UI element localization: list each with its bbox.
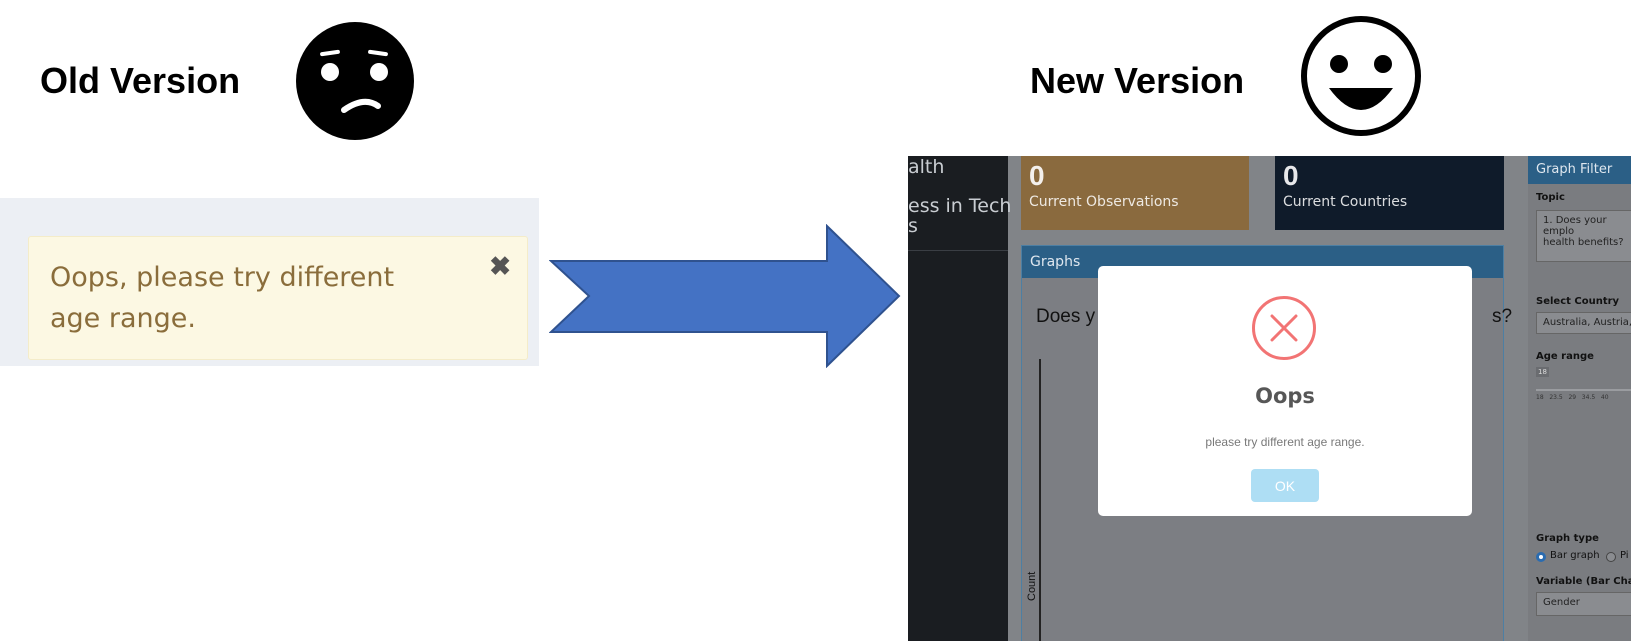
close-icon[interactable]: ✖ <box>489 251 511 282</box>
age-min-badge: 18 <box>1536 367 1549 377</box>
pie-chart-label: Pi <box>1620 550 1629 561</box>
observations-label: Current Observations <box>1029 194 1179 210</box>
graph-filter-panel: Graph Filter Topic 1. Does your emplo he… <box>1528 156 1631 641</box>
graph-type-label: Graph type <box>1536 533 1599 544</box>
sidebar-item[interactable]: alth <box>908 156 944 178</box>
age-range-slider[interactable] <box>1536 389 1631 391</box>
old-version-heading: Old Version <box>40 60 241 101</box>
sidebar-item[interactable]: s <box>908 215 918 237</box>
topic-label: Topic <box>1536 192 1565 203</box>
variable-label: Variable (Bar Chart <box>1536 576 1631 587</box>
sidebar: alth ess in Tech s <box>908 156 1011 641</box>
observations-count: 0 <box>1029 160 1045 191</box>
sidebar-divider <box>908 250 1008 251</box>
old-alert-message: Oops, please try different age range. <box>50 262 395 334</box>
value-box-observations: 0 Current Observations <box>1021 156 1249 230</box>
bar-graph-radio[interactable] <box>1536 552 1546 562</box>
topic-value-line1: 1. Does your emplo <box>1543 215 1607 237</box>
value-box-countries: 0 Current Countries <box>1275 156 1504 230</box>
countries-count: 0 <box>1283 160 1299 191</box>
smiley-face-icon <box>1301 16 1421 136</box>
new-version-heading: New Version <box>1030 60 1245 101</box>
ok-button[interactable]: OK <box>1251 469 1319 502</box>
graph-question: Does y <box>1036 306 1096 327</box>
pie-chart-radio[interactable] <box>1606 552 1616 562</box>
y-axis-label: Count <box>1026 571 1038 601</box>
error-modal: Oops please try different age range. OK <box>1098 266 1472 516</box>
topic-value-line2: health benefits? <box>1543 237 1624 248</box>
variable-select[interactable]: Gender <box>1536 592 1631 616</box>
right-arrow-icon <box>549 224 901 368</box>
modal-message: please try different age range. <box>1205 435 1365 449</box>
age-range-label: Age range <box>1536 351 1594 362</box>
age-range-ticks: 18 23.5 29 34.5 40 <box>1536 394 1609 401</box>
country-label: Select Country <box>1536 296 1620 307</box>
sidebar-item[interactable]: ess in Tech <box>908 195 1011 217</box>
y-axis <box>1039 359 1041 641</box>
country-select[interactable]: Australia, Austria, <box>1536 312 1631 334</box>
confused-face-icon <box>296 22 414 140</box>
graph-question-end: s? <box>1492 306 1513 327</box>
graph-filter-header: Graph Filter <box>1528 156 1631 184</box>
modal-title: Oops <box>1255 384 1315 408</box>
countries-label: Current Countries <box>1283 194 1408 210</box>
topic-select[interactable]: 1. Does your emplo health benefits? <box>1536 210 1631 262</box>
bar-graph-label: Bar graph <box>1550 550 1600 561</box>
error-x-icon <box>1252 296 1316 360</box>
old-warning-alert: Oops, please try different age range. ✖ <box>28 236 528 360</box>
